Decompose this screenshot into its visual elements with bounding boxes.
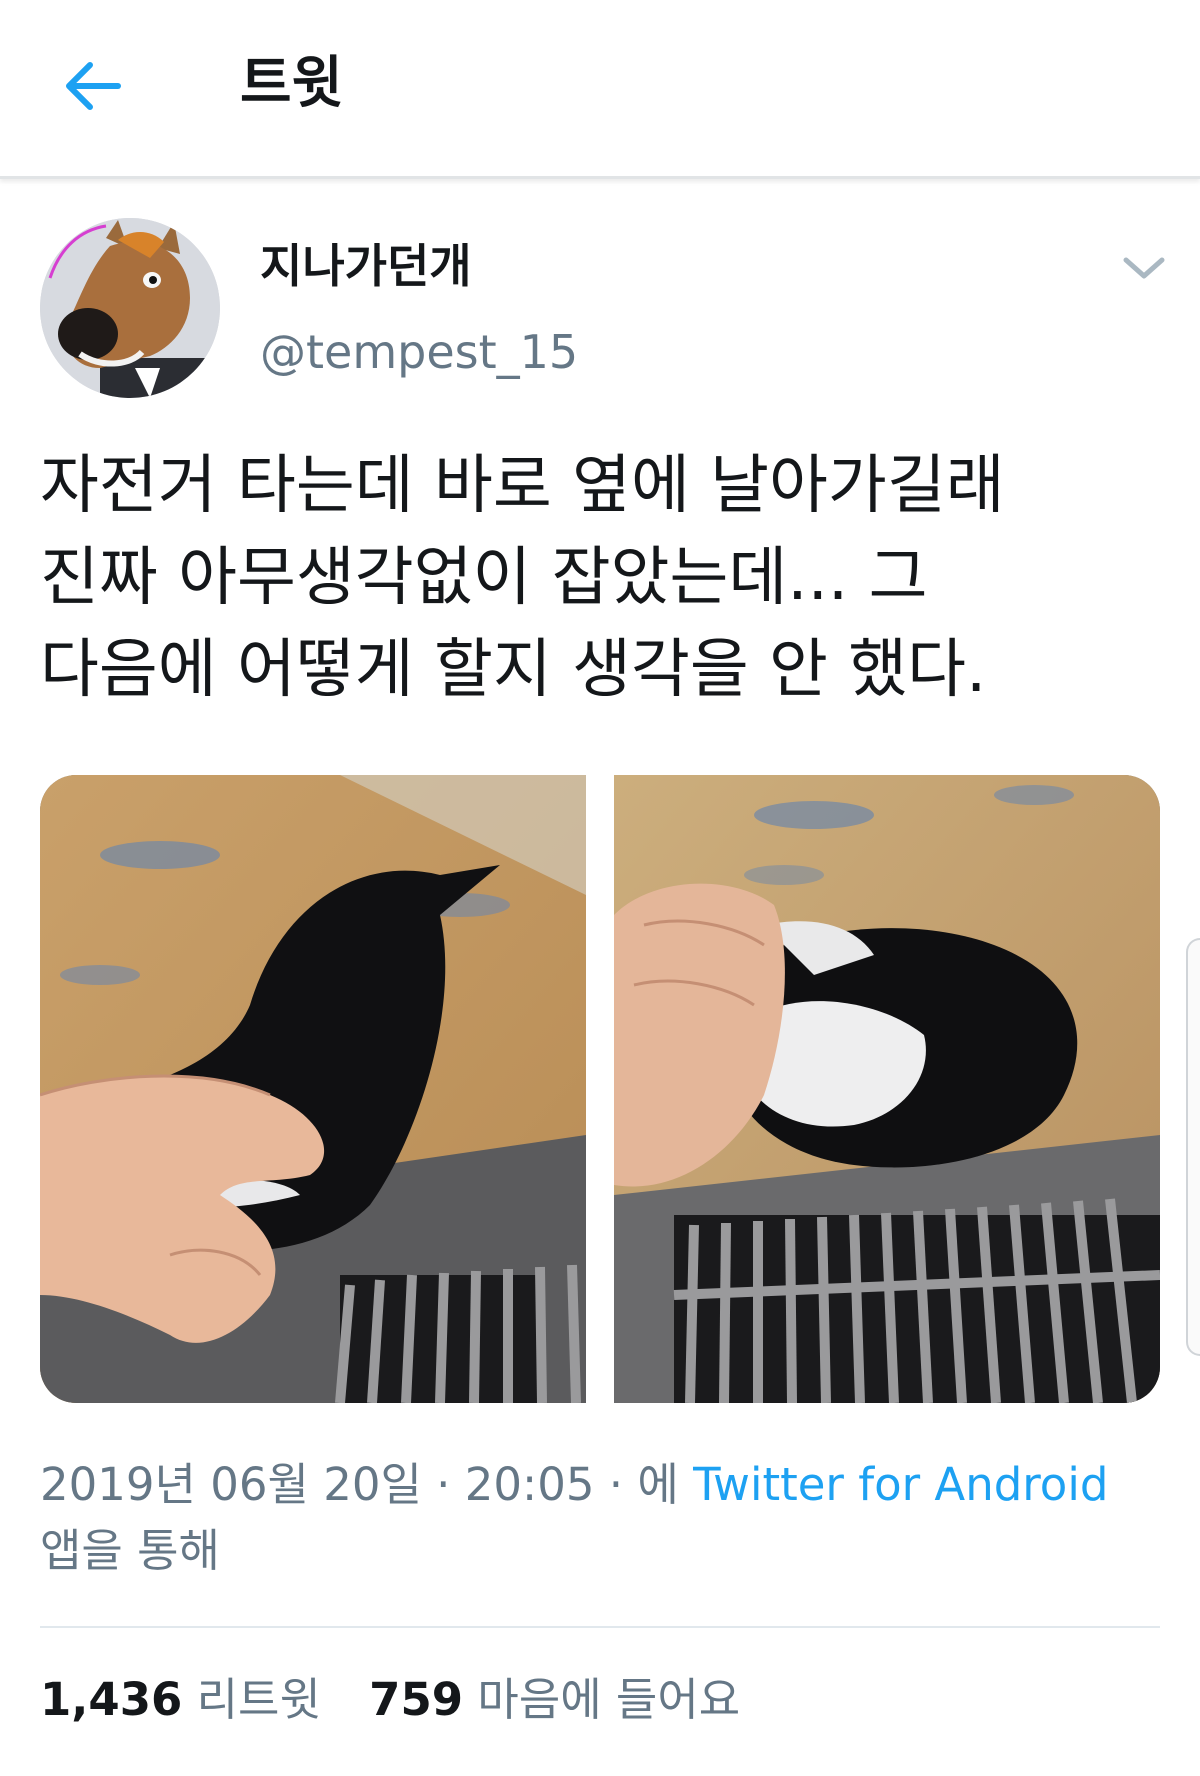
tweet-timestamp: 2019년 06월 20일 · 20:05 · 에 Twitter for An… <box>40 1452 1160 1584</box>
tweet-menu-button[interactable] <box>1118 248 1170 288</box>
retweets-label: 리트윗 <box>196 1673 321 1726</box>
likes-stat[interactable]: 759 마음에 들어요 <box>369 1673 740 1726</box>
page-title: 트윗 <box>240 51 344 116</box>
avatar[interactable] <box>40 218 220 398</box>
tweet-text: 자전거 타는데 바로 옆에 날아가길래 진짜 아무생각없이 잡았는데... 그 … <box>40 440 1150 716</box>
tweet-photo-1[interactable] <box>40 775 586 1403</box>
likes-count: 759 <box>369 1673 464 1726</box>
author-handle[interactable]: @tempest_15 <box>260 322 578 382</box>
tweet-text-line: 자전거 타는데 바로 옆에 날아가길래 <box>40 449 1005 523</box>
tweet-date: 2019년 06월 20일 <box>40 1458 422 1511</box>
source-link[interactable]: Twitter for Android <box>693 1458 1108 1511</box>
scrollbar[interactable] <box>1186 938 1200 1356</box>
meta-separator: · <box>594 1458 638 1511</box>
tweet-stats: 1,436 리트윗 759 마음에 들어요 <box>40 1665 740 1735</box>
author-display-name[interactable]: 지나가던개 <box>260 236 472 296</box>
retweets-count: 1,436 <box>40 1673 183 1726</box>
arrow-left-icon <box>66 62 121 110</box>
chevron-down-icon <box>1123 257 1165 279</box>
via-prefix: 에 <box>637 1458 694 1511</box>
meta-separator: · <box>421 1458 465 1511</box>
divider <box>40 1626 1160 1628</box>
tweet-photo-2[interactable] <box>614 775 1160 1403</box>
horse-mask-avatar <box>40 218 220 398</box>
tweet-time: 20:05 <box>464 1458 595 1511</box>
photo-magpie-held-in-hand <box>40 775 586 1403</box>
back-button[interactable] <box>58 52 126 120</box>
via-suffix: 앱을 통해 <box>40 1524 220 1577</box>
likes-label: 마음에 들어요 <box>477 1673 741 1726</box>
tweet-text-line: 다음에 어떻게 할지 생각을 안 했다. <box>40 633 987 707</box>
retweets-stat[interactable]: 1,436 리트윗 <box>40 1673 335 1726</box>
app-header: 트윗 <box>0 0 1200 179</box>
tweet-text-line: 진짜 아무생각없이 잡았는데... 그 <box>40 541 928 615</box>
photo-magpie-held-upside-down <box>614 775 1160 1403</box>
